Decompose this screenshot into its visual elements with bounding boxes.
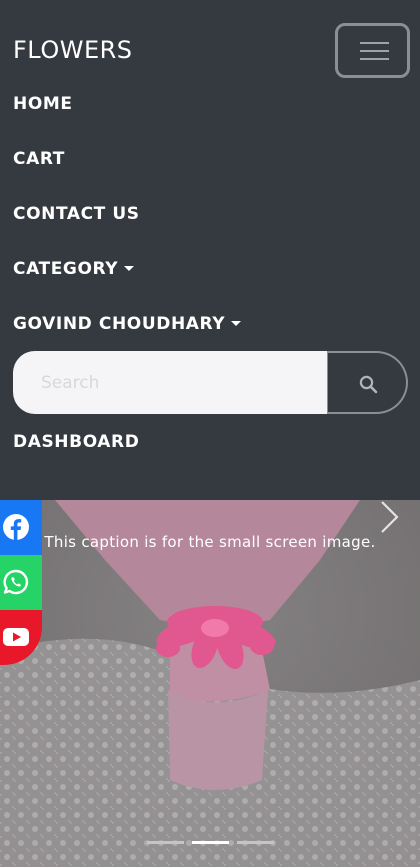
- carousel-indicator-active[interactable]: [192, 841, 229, 844]
- search-form: [13, 351, 408, 414]
- whatsapp-icon: [3, 569, 29, 595]
- carousel-slide-image: [0, 500, 420, 867]
- facebook-icon: [3, 514, 29, 540]
- nav-link-label: GOVIND CHOUDHARY: [13, 314, 226, 334]
- nav-link-cart[interactable]: CART: [13, 149, 65, 169]
- navbar-toggler-button[interactable]: [335, 23, 410, 78]
- nav-link-home[interactable]: HOME: [13, 94, 73, 114]
- nav-link-dashboard[interactable]: DASHBOARD: [13, 432, 139, 452]
- nav-link-label: HOME: [13, 94, 73, 114]
- carousel-caption: This caption is for the small screen ima…: [44, 533, 376, 551]
- carousel-indicator[interactable]: [237, 841, 274, 844]
- nav-link-label: DASHBOARD: [13, 432, 140, 452]
- caret-down-icon: [124, 266, 135, 271]
- search-button[interactable]: [327, 351, 408, 414]
- youtube-icon: [3, 628, 29, 646]
- nav-link-label: CATEGORY: [13, 259, 119, 279]
- brand-logo[interactable]: FLOWERS: [13, 36, 133, 64]
- nav-link-label: CART: [13, 149, 65, 169]
- search-input[interactable]: [13, 351, 327, 414]
- chevron-right-icon: [381, 501, 399, 533]
- nav-link-contact-us[interactable]: CONTACT US: [13, 204, 140, 224]
- whatsapp-link[interactable]: [0, 555, 42, 610]
- caret-down-icon: [231, 321, 242, 326]
- navbar: FLOWERS HOME CART CONTACT US CATEGORY GO…: [0, 0, 420, 500]
- carousel-indicator[interactable]: [147, 841, 184, 844]
- image-carousel: This caption is for the small screen ima…: [0, 500, 420, 867]
- nav-dropdown-user[interactable]: GOVIND CHOUDHARY: [13, 314, 242, 334]
- facebook-link[interactable]: [0, 500, 42, 555]
- nav-link-label: CONTACT US: [13, 204, 140, 224]
- search-icon: [359, 375, 378, 394]
- carousel-next-button[interactable]: [370, 500, 410, 536]
- nav-dropdown-category[interactable]: CATEGORY: [13, 259, 135, 279]
